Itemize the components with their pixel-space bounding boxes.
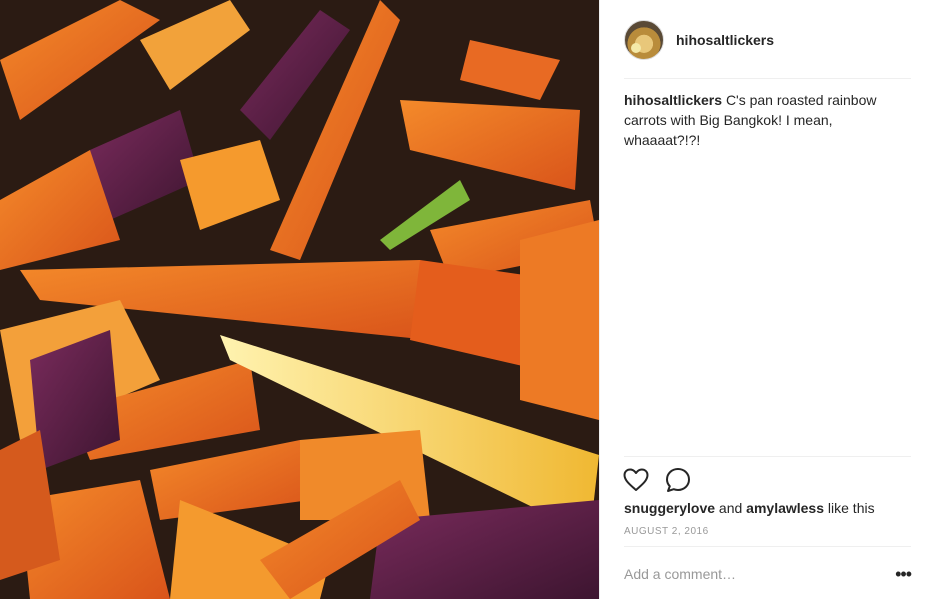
comment-bubble-icon	[666, 468, 690, 492]
instagram-post: hihosaltlickers hihosaltlickers C's pan …	[0, 0, 937, 599]
post-caption: hihosaltlickers C's pan roasted rainbow …	[624, 90, 911, 150]
like-button[interactable]	[622, 466, 650, 494]
liker-1[interactable]: snuggerylove	[624, 500, 715, 516]
likes-connector: and	[718, 500, 743, 516]
comment-button[interactable]	[664, 466, 692, 494]
action-bar	[622, 466, 692, 494]
post-photo[interactable]	[0, 0, 599, 599]
likes-suffix: like this	[827, 500, 875, 516]
more-options-icon[interactable]: •••	[895, 565, 912, 583]
comment-input[interactable]	[624, 566, 874, 582]
comment-divider	[624, 546, 911, 547]
comment-row: •••	[624, 556, 912, 592]
heart-icon	[623, 468, 649, 491]
post-header: hihosaltlickers	[624, 20, 911, 60]
post-sidebar: hihosaltlickers hihosaltlickers C's pan …	[599, 0, 937, 599]
header-username[interactable]: hihosaltlickers	[676, 32, 774, 48]
caption-username[interactable]: hihosaltlickers	[624, 92, 722, 108]
post-date[interactable]: AUGUST 2, 2016	[624, 526, 709, 537]
header-divider	[624, 78, 911, 79]
avatar[interactable]	[624, 20, 664, 60]
actions-divider	[624, 456, 911, 457]
liker-2[interactable]: amylawless	[746, 500, 824, 516]
carrots-image	[0, 0, 599, 599]
likes-summary: snuggerylove and amylawless like this	[624, 500, 875, 516]
